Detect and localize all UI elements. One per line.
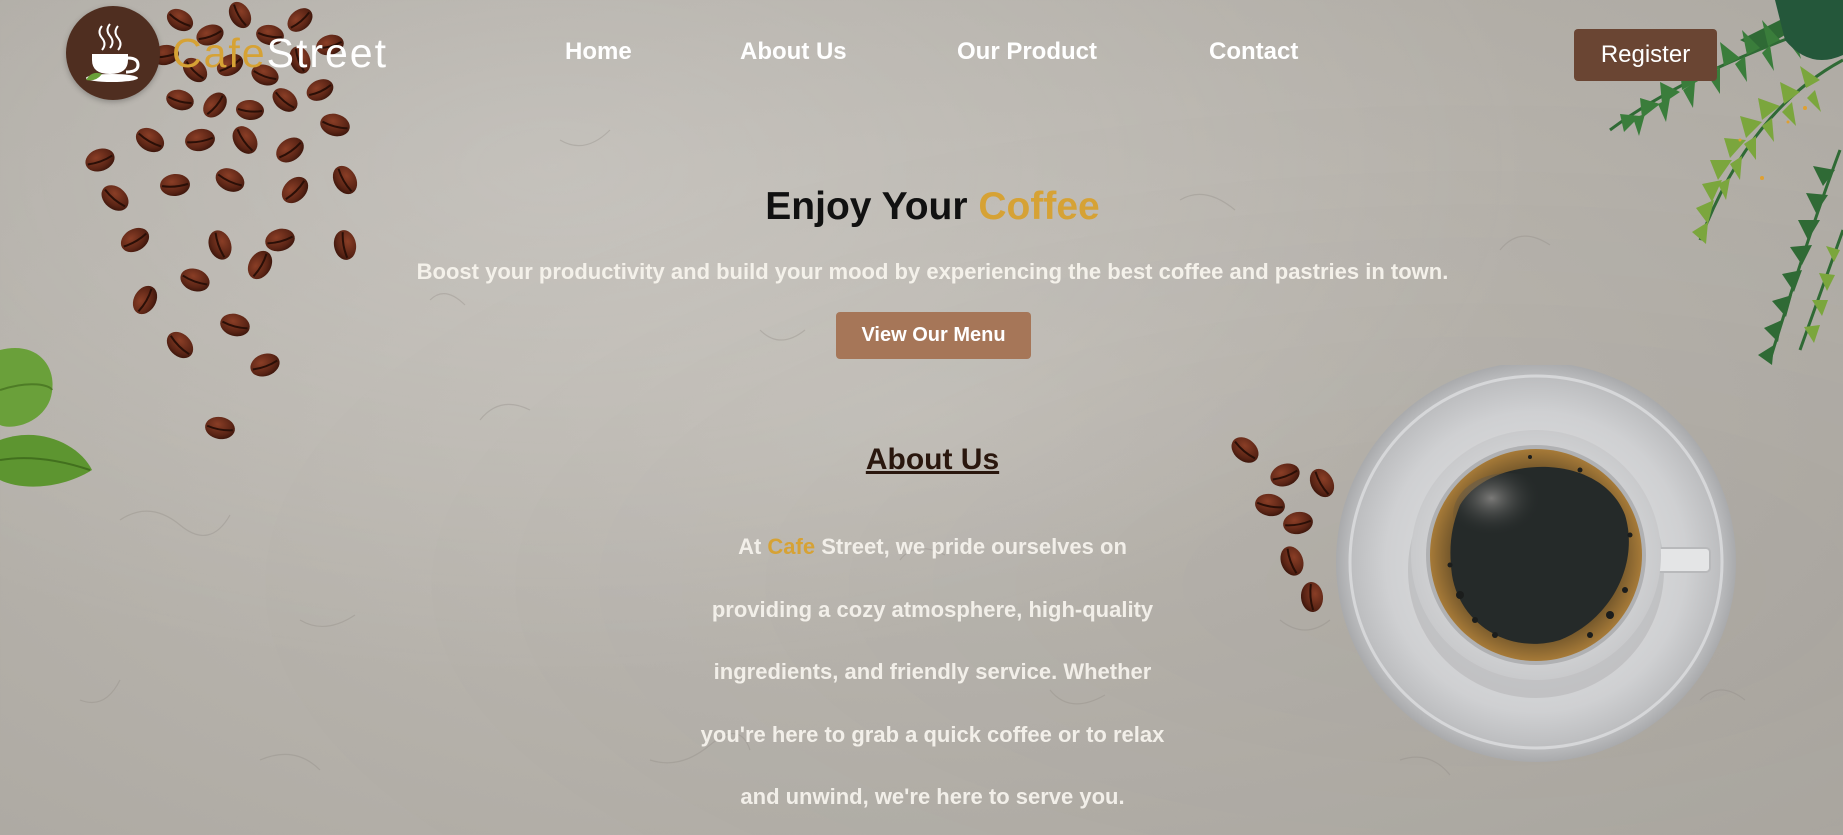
hero-subtitle: Boost your productivity and build your m… xyxy=(416,259,1449,284)
about-line-1: At Cafe Street, we pride ourselves on xyxy=(0,530,1843,593)
nav-link-about-us[interactable]: About Us xyxy=(740,38,847,66)
register-button[interactable]: Register xyxy=(1574,29,1717,81)
about-line-1-accent: Cafe xyxy=(767,534,816,559)
nav-link-our-product[interactable]: Our Product xyxy=(957,38,1097,66)
about-line-5: and unwind, we're here to serve you. xyxy=(740,784,1125,809)
hero-title-accent: Coffee xyxy=(978,185,1100,228)
about-line-2: providing a cozy atmosphere, high-qualit… xyxy=(711,596,1154,622)
view-menu-button[interactable]: View Our Menu xyxy=(836,312,1031,359)
about-line-1-prefix: At xyxy=(738,534,768,559)
hero-title-main: Enjoy Your xyxy=(765,185,979,228)
nav-link-home[interactable]: Home xyxy=(565,38,632,66)
about-paragraph: At Cafe Street, we pride ourselves on pr… xyxy=(0,530,1843,835)
main-nav: Home About Us Our Product Contact xyxy=(0,38,1843,68)
nav-link-contact[interactable]: Contact xyxy=(1209,38,1298,66)
hero-title: Enjoy Your Coffee xyxy=(0,185,1843,229)
about-line-1-suffix: Street, we pride ourselves on xyxy=(815,534,1127,559)
about-heading: About Us xyxy=(865,443,1000,476)
about-line-3: ingredients, and friendly service. Wheth… xyxy=(713,659,1152,684)
about-line-4: you're here to grab a quick coffee or to… xyxy=(700,721,1165,747)
